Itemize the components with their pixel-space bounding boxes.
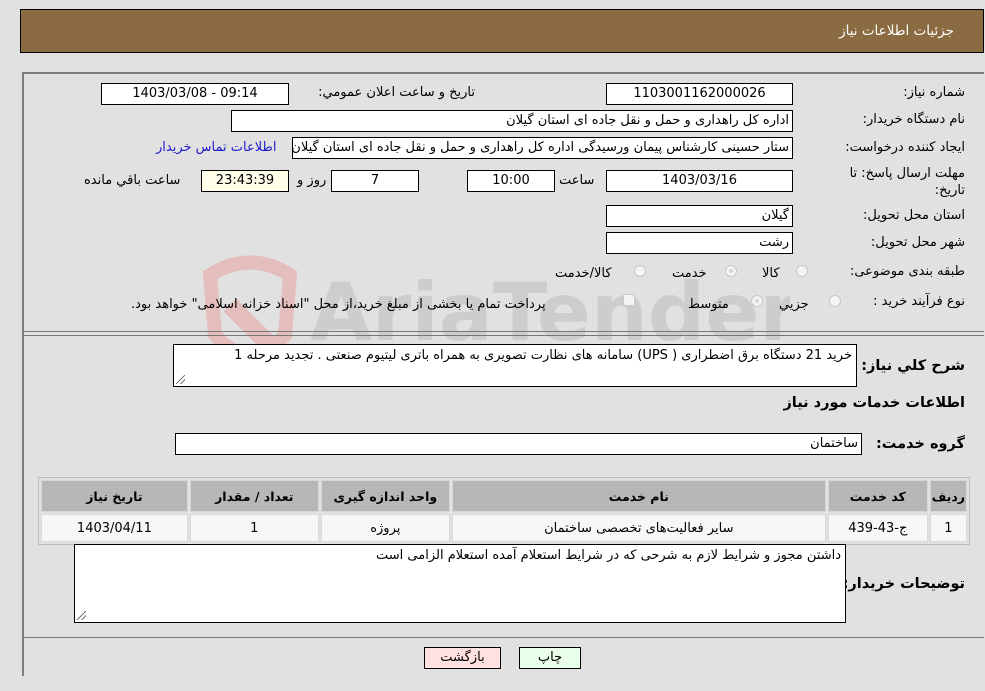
service-group-label: گروه خدمت: xyxy=(875,436,965,452)
days-remaining-field[interactable]: 7 xyxy=(331,170,419,192)
treasury-checkbox[interactable] xyxy=(623,294,635,306)
buyer-notes-textarea[interactable]: داشتن مجوز و شرایط لازم به شرحی که در شر… xyxy=(74,544,846,623)
city-field[interactable]: رشت xyxy=(606,232,793,254)
back-button[interactable]: بازگشت xyxy=(424,647,501,669)
cell-quantity: 1 xyxy=(189,514,319,542)
col-header-unit: واحد اندازه گیری xyxy=(320,480,450,512)
buyer-org-label: نام دستگاه خریدار: xyxy=(862,112,965,127)
page-title: جزئيات اطلاعات نیاز xyxy=(839,23,954,39)
announce-datetime-label: تاریخ و ساعت اعلان عمومي: xyxy=(318,85,475,100)
table-row: 1 ج-43-439 سایر فعالیت‌های تخصصی ساختمان… xyxy=(41,514,967,542)
cell-service-name: سایر فعالیت‌های تخصصی ساختمان xyxy=(451,514,826,542)
cell-need-date: 1403/04/11 xyxy=(41,514,188,542)
col-header-service-code: کد خدمت xyxy=(827,480,928,512)
deadline-date-field[interactable]: 1403/03/16 xyxy=(606,170,793,192)
cell-row-number: 1 xyxy=(929,514,967,542)
process-medium-label: متوسط xyxy=(688,297,729,312)
category-goods-service-label: کالا/خدمت xyxy=(555,266,612,281)
need-number-field[interactable]: 1103001162000026 xyxy=(606,83,793,105)
divider xyxy=(24,637,984,638)
process-minor-label: جزيي xyxy=(779,297,809,312)
process-medium-radio[interactable] xyxy=(751,295,763,307)
description-label: شرح کلي نیاز: xyxy=(861,358,965,374)
treasury-note: پرداخت تمام یا بخشی از مبلغ خرید،از محل … xyxy=(131,297,546,312)
divider xyxy=(24,335,984,336)
resize-grip-icon[interactable] xyxy=(77,611,86,620)
cell-unit: پروژه xyxy=(320,514,450,542)
requester-label: ایجاد کننده درخواست: xyxy=(845,140,965,155)
time-remaining-field: 23:43:39 xyxy=(201,170,289,192)
resize-grip-icon[interactable] xyxy=(176,375,185,384)
services-table: ردیف کد خدمت نام خدمت واحد اندازه گیری ت… xyxy=(38,477,970,545)
days-label: روز و xyxy=(297,173,327,188)
province-label: استان محل تحویل: xyxy=(863,208,965,223)
service-group-field[interactable]: ساختمان xyxy=(175,433,862,455)
deadline-time-label: ساعت xyxy=(559,173,595,188)
deadline-time-field[interactable]: 10:00 xyxy=(467,170,555,192)
col-header-service-name: نام خدمت xyxy=(451,480,826,512)
buyer-notes-label: توضیحات خریدار: xyxy=(842,576,965,592)
time-remaining-label: ساعت باقي مانده xyxy=(84,173,181,188)
buyer-notes-text: داشتن مجوز و شرایط لازم به شرحی که در شر… xyxy=(376,548,841,563)
description-text: خرید 21 دستگاه برق اضطراری ( UPS) سامانه… xyxy=(234,348,852,363)
category-label: طبقه بندی موضوعی: xyxy=(849,264,965,279)
buyer-org-field[interactable]: اداره کل راهداری و حمل و نقل جاده ای است… xyxy=(231,110,793,132)
category-goods-label: کالا xyxy=(762,266,780,281)
col-header-quantity: تعداد / مقدار xyxy=(189,480,319,512)
print-button[interactable]: چاپ xyxy=(519,647,581,669)
category-goods-radio[interactable] xyxy=(796,265,808,277)
services-section-title: اطلاعات خدمات مورد نیاز xyxy=(783,395,965,411)
col-header-row-number: ردیف xyxy=(929,480,967,512)
page-header: جزئيات اطلاعات نیاز xyxy=(20,9,984,53)
province-field[interactable]: گیلان xyxy=(606,205,793,227)
need-number-label: شماره نیاز: xyxy=(903,85,965,100)
purchase-process-label: نوع فرآیند خرید : xyxy=(873,294,965,309)
category-service-radio[interactable] xyxy=(725,265,737,277)
description-textarea[interactable]: خرید 21 دستگاه برق اضطراری ( UPS) سامانه… xyxy=(173,344,857,387)
table-header-row: ردیف کد خدمت نام خدمت واحد اندازه گیری ت… xyxy=(41,480,967,512)
category-service-label: خدمت xyxy=(672,266,707,281)
requester-field[interactable]: ستار حسینی کارشناس پیمان ورسیدگی اداره ک… xyxy=(292,137,793,159)
city-label: شهر محل تحویل: xyxy=(870,235,965,250)
category-goods-service-radio[interactable] xyxy=(634,265,646,277)
deadline-label: مهلت ارسال پاسخ: تا تاریخ: xyxy=(849,166,965,198)
divider xyxy=(24,331,984,332)
announce-datetime-field[interactable]: 1403/03/08 - 09:14 xyxy=(101,83,289,105)
process-minor-radio[interactable] xyxy=(829,295,841,307)
col-header-need-date: تاریخ نیاز xyxy=(41,480,188,512)
cell-service-code: ج-43-439 xyxy=(827,514,928,542)
buyer-contact-link[interactable]: اطلاعات تماس خریدار xyxy=(156,140,276,155)
